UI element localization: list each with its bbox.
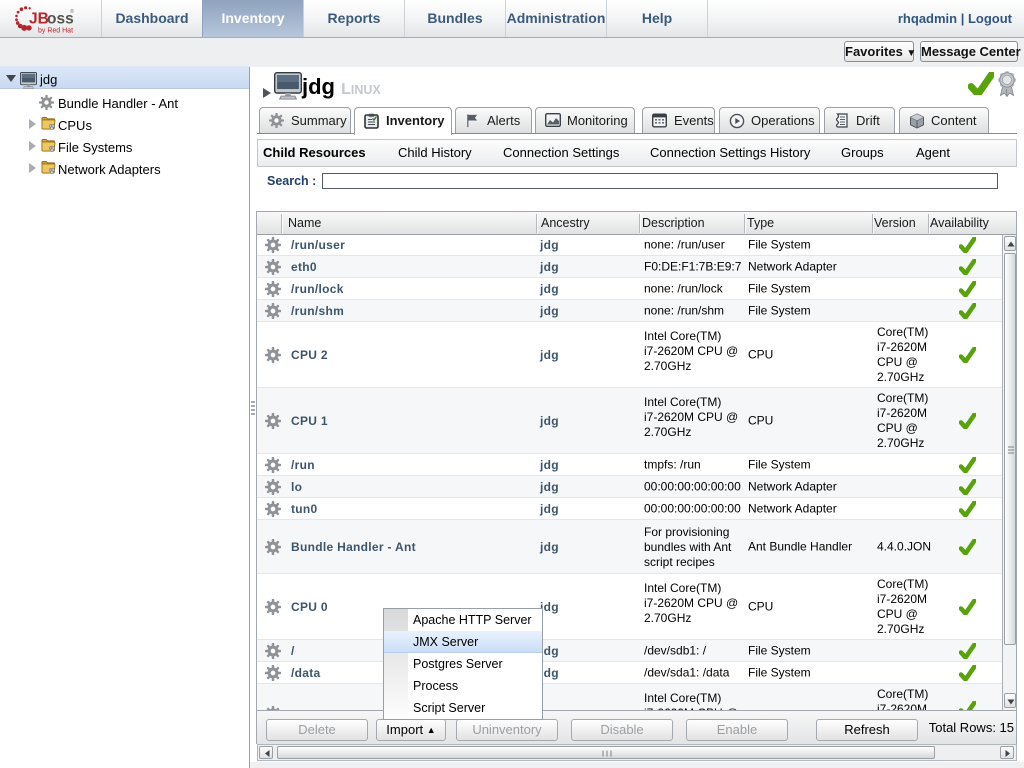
svg-text:JB: JB (29, 11, 49, 28)
svg-text:®: ® (70, 8, 74, 15)
svg-text:by Red Hat: by Red Hat (38, 28, 73, 35)
